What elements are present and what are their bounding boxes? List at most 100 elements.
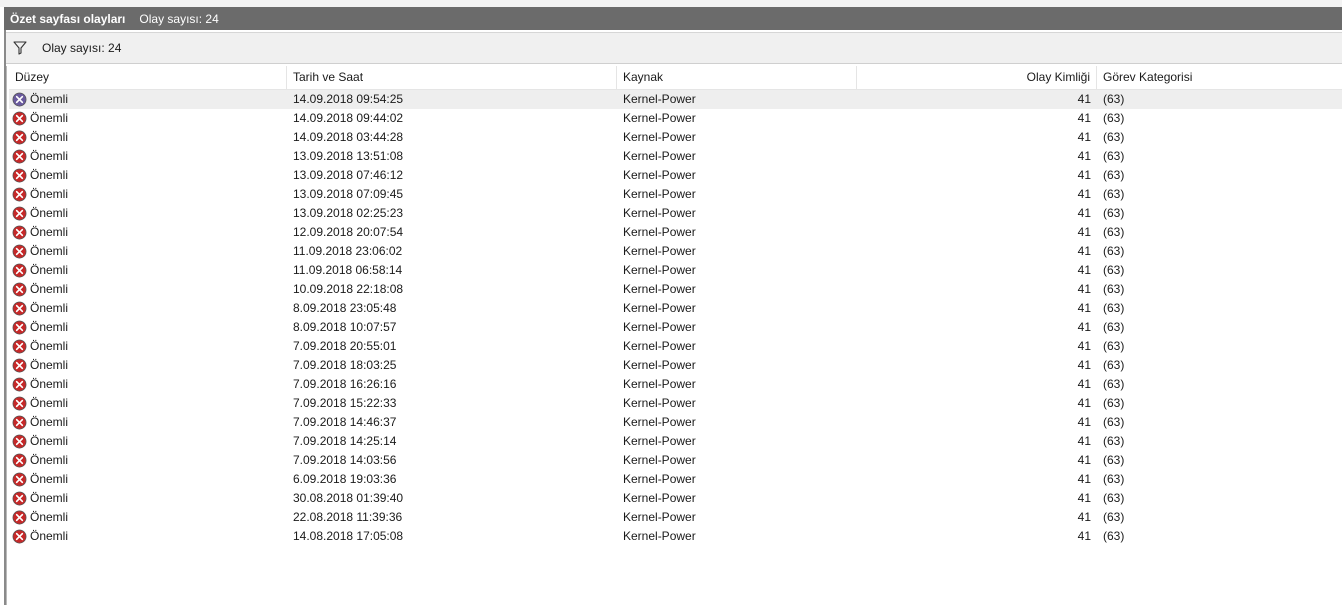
cell-source: Kernel-Power — [623, 130, 696, 144]
cell-event-id: 41 — [1077, 168, 1091, 182]
cell-datetime: 30.08.2018 01:39:40 — [293, 491, 404, 505]
cell-event-id: 41 — [1077, 92, 1091, 106]
error-icon — [12, 491, 27, 506]
cell-source: Kernel-Power — [623, 92, 696, 106]
cell-source: Kernel-Power — [623, 434, 696, 448]
level-text: Önemli — [30, 244, 69, 258]
cell-source: Kernel-Power — [623, 206, 696, 220]
cell-level: Önemli — [9, 527, 287, 546]
cell-level: Önemli — [9, 394, 287, 413]
error-icon — [12, 320, 27, 335]
cell-source: Kernel-Power — [623, 415, 696, 429]
cell-event-id: 41 — [1077, 510, 1091, 524]
cell-source: Kernel-Power — [623, 244, 696, 258]
cell-datetime: 11.09.2018 06:58:14 — [293, 263, 403, 277]
error-icon — [12, 453, 27, 468]
cell-level: Önemli — [9, 508, 287, 527]
column-header-source[interactable]: Kaynak — [617, 66, 857, 89]
table-row[interactable]: Önemli 7.09.2018 14:25:14 Kernel-Power 41 (6… — [9, 432, 1342, 451]
cell-datetime: 13.09.2018 07:46:12 — [293, 168, 404, 182]
cell-level: Önemli — [9, 375, 287, 394]
cell-level: Önemli — [9, 413, 287, 432]
cell-datetime: 7.09.2018 14:25:14 — [293, 434, 397, 448]
cell-event-id: 41 — [1077, 130, 1091, 144]
cell-level: Önemli — [9, 337, 287, 356]
column-header-level[interactable]: Düzey — [9, 66, 287, 89]
cell-level: Önemli — [9, 147, 287, 166]
table-row[interactable]: Önemli 13.09.2018 02:25:23 Kernel-Power 41 (… — [9, 204, 1342, 223]
cell-event-id: 41 — [1077, 358, 1091, 372]
table-row[interactable]: Önemli 6.09.2018 19:03:36 Kernel-Power 41 (6… — [9, 470, 1342, 489]
table-row[interactable]: Önemli 7.09.2018 16:26:16 Kernel-Power 41 (6… — [9, 375, 1342, 394]
cell-task-category: (63) — [1103, 301, 1125, 315]
column-header-datetime[interactable]: Tarih ve Saat — [287, 66, 617, 89]
table-row[interactable]: Önemli 13.09.2018 07:46:12 Kernel-Power 41 (… — [9, 166, 1342, 185]
cell-datetime: 7.09.2018 18:03:25 — [293, 358, 397, 372]
level-text: Önemli — [30, 377, 69, 391]
cell-source: Kernel-Power — [623, 510, 696, 524]
table-row[interactable]: Önemli 7.09.2018 14:03:56 Kernel-Power 41 (6… — [9, 451, 1342, 470]
cell-event-id: 41 — [1077, 453, 1091, 467]
cell-task-category: (63) — [1103, 434, 1125, 448]
level-text: Önemli — [30, 282, 69, 296]
cell-event-id: 41 — [1077, 187, 1091, 201]
cell-level: Önemli — [9, 109, 287, 128]
level-text: Önemli — [30, 434, 69, 448]
cell-datetime: 13.09.2018 02:25:23 — [293, 206, 404, 220]
table-row[interactable]: Önemli 14.09.2018 09:54:25 Kernel-Power 41 (… — [9, 90, 1342, 109]
cell-datetime: 14.09.2018 09:54:25 — [293, 92, 404, 106]
level-text: Önemli — [30, 415, 69, 429]
table-row[interactable]: Önemli 11.09.2018 23:06:02 Kernel-Power 41 (… — [9, 242, 1342, 261]
table-row[interactable]: Önemli 30.08.2018 01:39:40 Kernel-Power 41 (… — [9, 489, 1342, 508]
table-row[interactable]: Önemli 8.09.2018 23:05:48 Kernel-Power 41 (6… — [9, 299, 1342, 318]
cell-source: Kernel-Power — [623, 282, 696, 296]
cell-level: Önemli — [9, 242, 287, 261]
cell-level: Önemli — [9, 318, 287, 337]
table-row[interactable]: Önemli 12.09.2018 20:07:54 Kernel-Power 41 (… — [9, 223, 1342, 242]
cell-event-id: 41 — [1077, 396, 1091, 410]
cell-event-id: 41 — [1077, 263, 1091, 277]
cell-datetime: 8.09.2018 23:05:48 — [293, 301, 397, 315]
table-row[interactable]: Önemli 10.09.2018 22:18:08 Kernel-Power 41 (… — [9, 280, 1342, 299]
panel-title: Özet sayfası olayları — [10, 11, 126, 26]
table-row[interactable]: Önemli 14.08.2018 17:05:08 Kernel-Power 41 (… — [9, 527, 1342, 546]
top-strip — [0, 0, 1342, 7]
table-row[interactable]: Önemli 22.08.2018 11:39:36 Kernel-Power 41 (… — [9, 508, 1342, 527]
level-text: Önemli — [30, 320, 69, 334]
error-icon — [12, 206, 27, 221]
table-row[interactable]: Önemli 7.09.2018 14:46:37 Kernel-Power 41 (6… — [9, 413, 1342, 432]
cell-source: Kernel-Power — [623, 320, 696, 334]
table-row[interactable]: Önemli 11.09.2018 06:58:14 Kernel-Power 41 (… — [9, 261, 1342, 280]
cell-event-id: 41 — [1077, 111, 1091, 125]
cell-datetime: 8.09.2018 10:07:57 — [293, 320, 397, 334]
table-row[interactable]: Önemli 14.09.2018 03:44:28 Kernel-Power 41 (… — [9, 128, 1342, 147]
cell-event-id: 41 — [1077, 301, 1091, 315]
cell-source: Kernel-Power — [623, 187, 696, 201]
filter-icon[interactable] — [12, 40, 28, 56]
cell-source: Kernel-Power — [623, 396, 696, 410]
cell-level: Önemli — [9, 356, 287, 375]
table-row[interactable]: Önemli 7.09.2018 18:03:25 Kernel-Power 41 (6… — [9, 356, 1342, 375]
table-row[interactable]: Önemli 13.09.2018 13:51:08 Kernel-Power 41 (… — [9, 147, 1342, 166]
cell-source: Kernel-Power — [623, 453, 696, 467]
level-text: Önemli — [30, 206, 69, 220]
column-header-event-id[interactable]: Olay Kimliği — [857, 66, 1097, 89]
level-text: Önemli — [30, 339, 69, 353]
cell-event-id: 41 — [1077, 472, 1091, 486]
level-text: Önemli — [30, 111, 69, 125]
table-row[interactable]: Önemli 13.09.2018 07:09:45 Kernel-Power 41 (… — [9, 185, 1342, 204]
table-row[interactable]: Önemli 7.09.2018 15:22:33 Kernel-Power 41 (6… — [9, 394, 1342, 413]
table-row[interactable]: Önemli 14.09.2018 09:44:02 Kernel-Power 41 (… — [9, 109, 1342, 128]
cell-task-category: (63) — [1103, 244, 1125, 258]
level-text: Önemli — [30, 130, 69, 144]
table-row[interactable]: Önemli 7.09.2018 20:55:01 Kernel-Power 41 (6… — [9, 337, 1342, 356]
cell-datetime: 13.09.2018 13:51:08 — [293, 149, 404, 163]
cell-level: Önemli — [9, 470, 287, 489]
cell-datetime: 12.09.2018 20:07:54 — [293, 225, 404, 239]
cell-datetime: 14.08.2018 17:05:08 — [293, 529, 404, 543]
table-row[interactable]: Önemli 8.09.2018 10:07:57 Kernel-Power 41 (6… — [9, 318, 1342, 337]
column-header-task-category[interactable]: Görev Kategorisi — [1097, 66, 1340, 89]
cell-task-category: (63) — [1103, 377, 1125, 391]
cell-level: Önemli — [9, 280, 287, 299]
error-icon — [12, 377, 27, 392]
